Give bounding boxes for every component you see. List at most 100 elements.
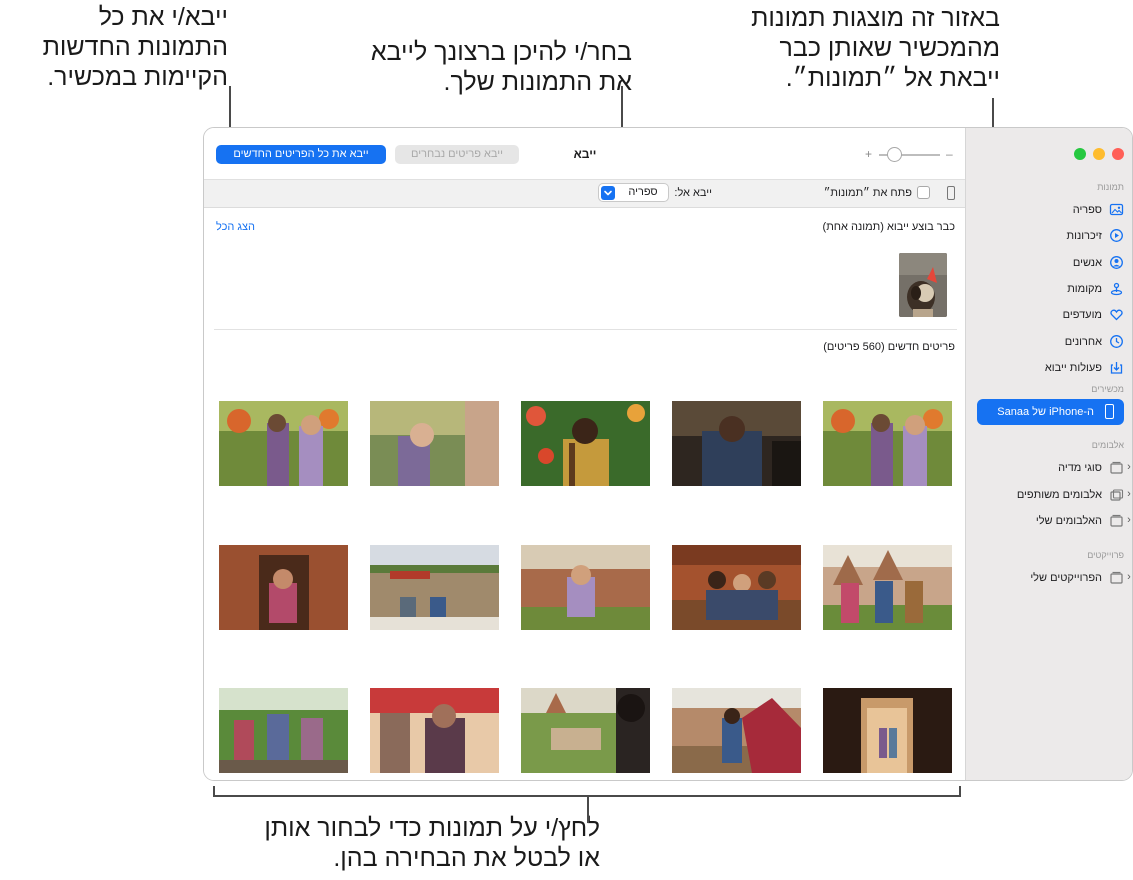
bracket-bottom-left [213,786,215,796]
sidebar-item-recents[interactable]: אחרונים [974,331,1124,353]
phone-icon [947,186,955,200]
import-all-button[interactable]: ייבא את כל הפריטים החדשים [216,145,386,164]
new-items-heading: פריטים חדשים (560 פריטים) [823,341,955,353]
sidebar-item-library[interactable]: ספריה [974,199,1124,221]
sidebar-section-devices: מכשירים [1091,384,1124,394]
callout-line: ייבא/י את כל [98,3,228,31]
photo-thumbnail[interactable] [672,688,801,773]
chevron-right-icon[interactable]: ‹ [1124,513,1132,528]
chevron-down-icon [601,186,615,200]
window-zoom-button[interactable] [1074,148,1086,160]
callout-line: באזור זה מוצגות תמונות [751,4,1000,32]
window-title: ייבא [573,147,597,161]
memories-icon [1109,228,1124,243]
sidebar-item-label: פעולות ייבוא [1044,362,1102,374]
library-icon [1109,202,1124,217]
sidebar-item-label: אחרונים [1064,336,1102,348]
sidebar-item-label: האלבומים שלי [1035,515,1102,527]
photo-thumbnail[interactable] [823,401,952,486]
sidebar-item-label: ספריה [1072,204,1102,216]
sidebar-section-photos: תמונות [1097,182,1124,192]
import-selected-button[interactable]: ייבא פריטים נבחרים [395,145,519,164]
photo-thumbnail[interactable] [521,688,650,773]
chevron-right-icon[interactable]: ‹ [1124,487,1132,502]
photo-thumbnail[interactable] [521,401,650,486]
shared-folder-icon [1109,487,1124,502]
sidebar-item-label: מועדפים [1062,309,1102,321]
places-icon [1109,281,1124,296]
destination-value: ספריה [628,186,658,198]
photo-thumbnail[interactable] [672,401,801,486]
sidebar-item-label: מקומות [1067,283,1102,295]
zoom-slider-knob[interactable] [887,147,902,162]
favorites-icon [1109,307,1124,322]
sidebar-section-projects: פרוייקטים [1087,550,1124,560]
sidebar-item-label: אלבומים משותפים [1016,489,1102,501]
people-icon [1109,255,1124,270]
photo-thumbnail[interactable] [823,688,952,773]
leader-line-select [587,796,589,823]
photo-thumbnail[interactable] [521,545,650,630]
import-options-bar: פתח את ״תמונות״ ייבא אל: ספריה [204,179,965,208]
zoom-out-icon[interactable]: – [946,145,953,164]
folder-icon [1109,570,1124,585]
callout-choose-destination: בחר/י להיכן ברצונך לייבא את התמונות שלך. [322,37,632,97]
sidebar-item-places[interactable]: מקומות [974,278,1124,300]
sidebar-item-my-albums[interactable]: ‹ האלבומים שלי [974,510,1131,532]
callout-import-all: ייבא/י את כל התמונות החדשות הקיימות במכש… [10,2,228,92]
chevron-right-icon[interactable]: ‹ [1124,570,1132,585]
callout-line: ייבאת אל ״תמונות״. [785,64,1000,92]
toolbar: ייבא את כל הפריטים החדשים ייבא פריטים נב… [204,128,965,179]
open-photos-checkbox[interactable] [917,186,930,199]
iphone-icon [1105,404,1114,419]
callout-line: לחץ/י על תמונות כדי לבחור אותן [264,814,600,842]
sidebar-item-my-projects[interactable]: ‹ הפרוייקטים שלי [974,567,1131,589]
photo-thumbnail[interactable] [370,401,499,486]
already-imported-heading: כבר בוצע ייבוא (תמונה אחת) [822,221,955,233]
callout-line: את התמונות שלך. [443,68,632,96]
callout-line: מהמכשיר שאותן כבר [779,34,1000,62]
sidebar-item-favorites[interactable]: מועדפים [974,304,1124,326]
photo-thumbnail[interactable] [370,688,499,773]
sidebar: תמונות ספריה זיכרונות אנשים מקומות מועדפ… [965,128,1132,780]
sidebar-item-shared-albums[interactable]: ‹ אלבומים משותפים [974,484,1131,506]
open-photos-label: פתח את ״תמונות״ [823,187,912,199]
sidebar-item-label: הפרוייקטים שלי [1030,572,1102,584]
window-minimize-button[interactable] [1093,148,1105,160]
already-imported-photo[interactable] [899,253,947,317]
window-close-button[interactable] [1112,148,1124,160]
photo-thumbnail[interactable] [219,401,348,486]
recents-icon [1109,334,1124,349]
callout-already-imported: באזור זה מוצגות תמונות מהמכשיר שאותן כבר… [700,3,1000,93]
photos-import-window: ייבא את כל הפריטים החדשים ייבא פריטים נב… [203,127,1133,781]
folder-icon [1109,460,1124,475]
import-pane: ייבא את כל הפריטים החדשים ייבא פריטים נב… [204,128,965,780]
photo-thumbnail[interactable] [370,545,499,630]
sidebar-item-label: ה-iPhone של Sanaa [997,406,1094,418]
section-divider [214,329,957,330]
photo-thumbnail[interactable] [823,545,952,630]
photo-thumbnail[interactable] [219,688,348,773]
callout-line: או לבטל את הבחירה בהן. [333,844,600,872]
sidebar-item-media-types[interactable]: ‹ סוגי מדיה [974,457,1131,479]
callout-line: התמונות החדשות [42,33,228,61]
sidebar-item-label: זיכרונות [1066,230,1102,242]
import-to-label: ייבא אל: [674,187,712,199]
callout-line: הקיימות במכשיר. [47,63,228,91]
photo-thumbnail[interactable] [672,545,801,630]
sidebar-item-memories[interactable]: זיכרונות [974,225,1124,247]
imports-icon [1109,360,1124,375]
sidebar-item-imports[interactable]: פעולות ייבוא [974,357,1124,379]
zoom-in-icon[interactable]: + [865,145,872,164]
show-all-link[interactable]: הצג הכל [216,219,276,235]
callout-line: בחר/י להיכן ברצונך לייבא [370,38,632,66]
sidebar-item-people[interactable]: אנשים [974,252,1124,274]
chevron-right-icon[interactable]: ‹ [1124,460,1132,475]
sidebar-item-iphone[interactable]: ה-iPhone של Sanaa [977,399,1124,425]
callout-select-photos: לחץ/י על תמונות כדי לבחור אותן או לבטל א… [200,813,600,873]
photo-thumbnail[interactable] [219,545,348,630]
sidebar-item-label: אנשים [1072,257,1102,269]
sidebar-section-albums: אלבומים [1091,440,1124,450]
sidebar-item-label: סוגי מדיה [1058,462,1102,474]
destination-popup[interactable]: ספריה [598,183,669,202]
